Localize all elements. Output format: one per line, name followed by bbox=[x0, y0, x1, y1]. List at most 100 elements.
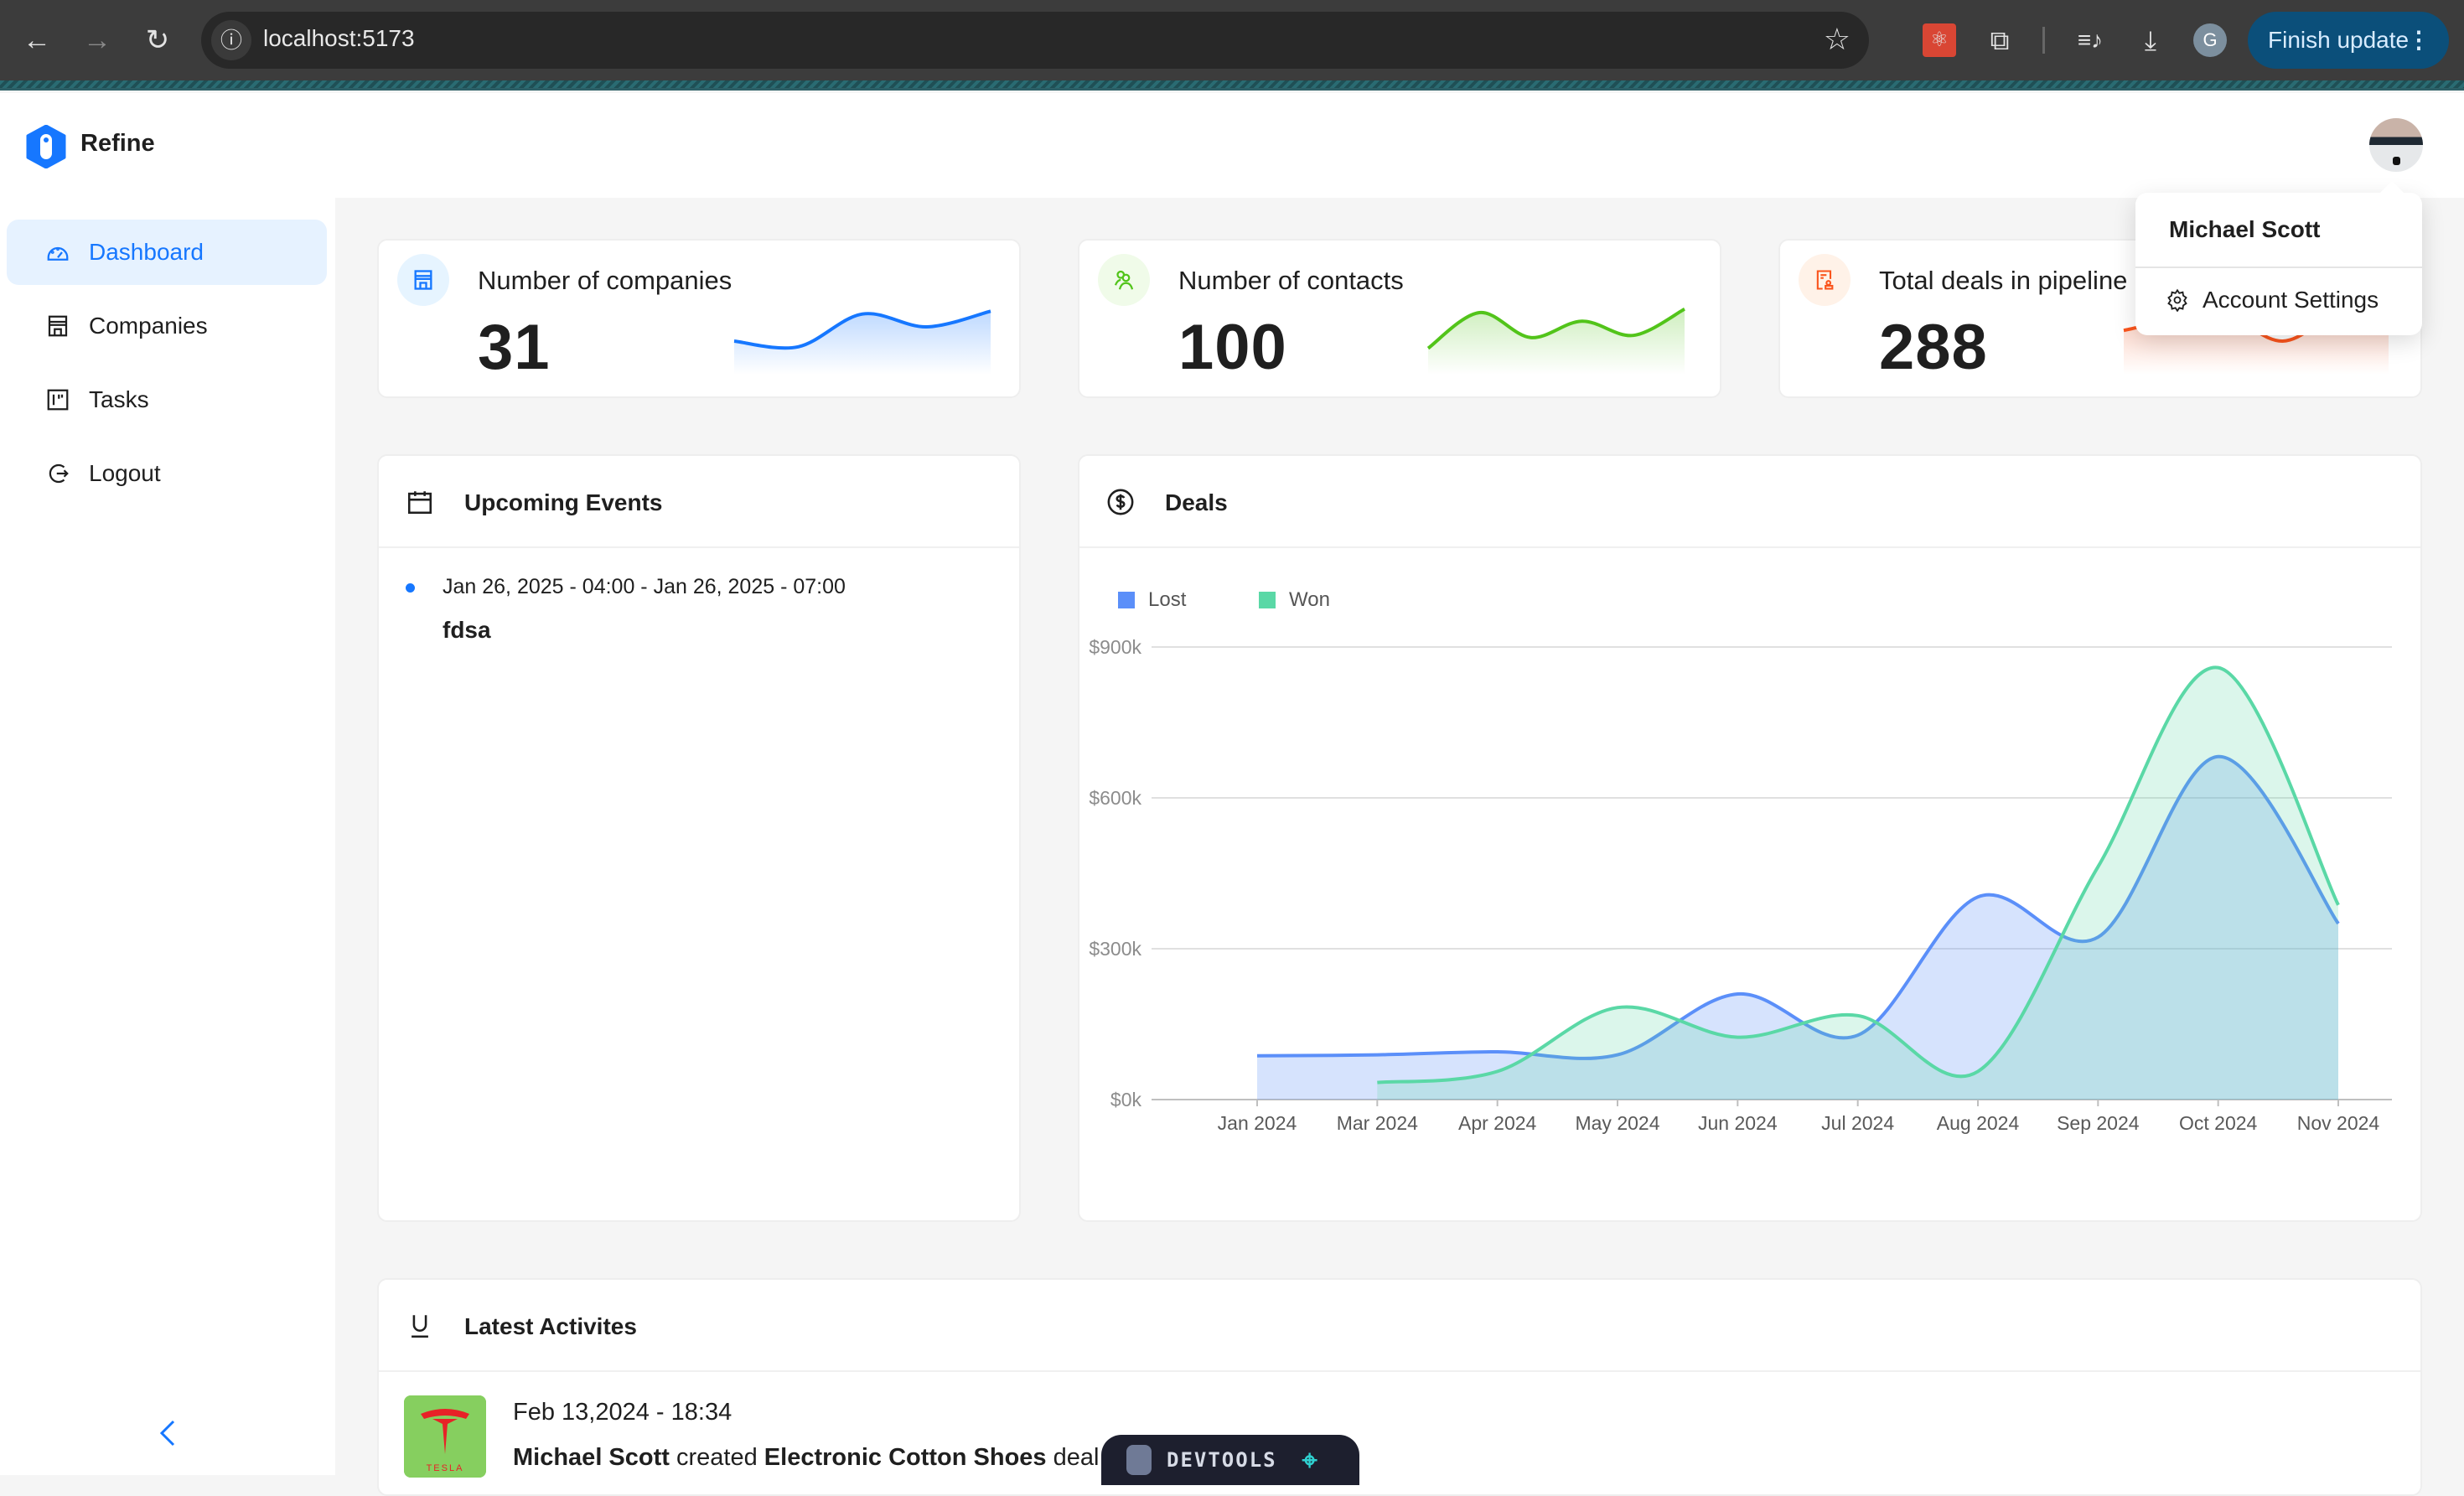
media-icon[interactable]: ≡♪ bbox=[2073, 23, 2107, 57]
app-header: Refine bbox=[0, 93, 2464, 198]
deals-area-chart[interactable]: $0k $300k $600k $900k Jan 2024 Mar 2024 Apr 20… bbox=[1079, 624, 2422, 1227]
x-tick-label: Sep 2024 bbox=[2057, 1112, 2140, 1134]
sparkline-area bbox=[734, 311, 991, 375]
series-area-won bbox=[1377, 667, 2338, 1100]
sidebar-item-dashboard[interactable]: Dashboard bbox=[7, 220, 327, 285]
y-tick-label: $600k bbox=[1089, 787, 1141, 809]
legend-label: Won bbox=[1289, 588, 1330, 611]
shop-icon bbox=[48, 315, 68, 337]
y-tick-label: $300k bbox=[1089, 938, 1141, 960]
activity-user[interactable]: Michael Scott bbox=[513, 1444, 670, 1471]
url-text[interactable]: localhost:5173 bbox=[263, 25, 415, 52]
user-name: Michael Scott bbox=[2169, 216, 2321, 242]
sidebar-item-tasks[interactable]: Tasks bbox=[7, 367, 327, 432]
kpi-card-companies: Number of companies 31 bbox=[377, 239, 1021, 398]
tesla-logo: TESLA bbox=[404, 1395, 486, 1478]
kpi-sparkline bbox=[733, 309, 991, 375]
calendar-icon bbox=[407, 491, 432, 515]
address-bar[interactable]: ⓘ localhost:5173 ☆ bbox=[201, 12, 1869, 69]
star-icon[interactable]: ☆ bbox=[1824, 22, 1851, 57]
kpi-title: Total deals in pipeline bbox=[1879, 266, 2128, 295]
sidebar-item-label: Companies bbox=[89, 313, 208, 339]
reload-icon[interactable]: ↻ bbox=[139, 22, 176, 59]
menu-divider bbox=[2135, 267, 2422, 268]
x-tick-label: Mar 2024 bbox=[1337, 1112, 1418, 1134]
shop-icon bbox=[397, 254, 449, 306]
sidebar-item-label: Tasks bbox=[89, 386, 149, 412]
card-header: Latest Activites bbox=[379, 1280, 2420, 1372]
kpi-value: 288 bbox=[1879, 312, 1988, 383]
legend-label: Lost bbox=[1148, 588, 1187, 611]
browser-toolbar: ← → ↻ ⓘ localhost:5173 ☆ ⚛ ⧉ ≡♪ ⤓ G Fini… bbox=[0, 0, 2464, 80]
event-title: fdsa bbox=[443, 617, 491, 643]
devtools-label: DEVTOOLS bbox=[1167, 1448, 1277, 1472]
event-date: Jan 26, 2025 - 04:00 - Jan 26, 2025 - 07… bbox=[443, 575, 846, 598]
upcoming-events-card: Upcoming Events Jan 26, 2025 - 04:00 - J… bbox=[377, 454, 1021, 1222]
profile-avatar[interactable]: G bbox=[2193, 23, 2227, 57]
sidebar: Dashboard Companies Tasks Logout bbox=[0, 198, 335, 1475]
x-tick-label: Jan 2024 bbox=[1218, 1112, 1297, 1134]
finish-update-button[interactable]: Finish update ⋮ bbox=[2248, 12, 2449, 69]
info-icon[interactable]: ⓘ bbox=[211, 20, 251, 60]
react-devtools-extension-icon[interactable]: ⚛ bbox=[1923, 23, 1956, 57]
chevron-left-icon[interactable] bbox=[155, 1416, 180, 1450]
activity-deal[interactable]: Electronic Cotton Shoes bbox=[764, 1444, 1047, 1471]
sidebar-item-label: Logout bbox=[89, 460, 161, 486]
finish-update-label: Finish update bbox=[2268, 27, 2410, 53]
activity-date: Feb 13,2024 - 18:34 bbox=[513, 1399, 732, 1426]
download-icon[interactable]: ⤓ bbox=[2134, 23, 2167, 57]
sidebar-item-logout[interactable]: Logout bbox=[7, 441, 327, 506]
card-title: Deals bbox=[1165, 489, 1228, 515]
card-header: Upcoming Events bbox=[379, 456, 1019, 548]
y-tick-label: $900k bbox=[1089, 636, 1141, 658]
x-tick-label: May 2024 bbox=[1575, 1112, 1659, 1134]
x-tick-label: Aug 2024 bbox=[1937, 1112, 2020, 1134]
kpi-card-contacts: Number of contacts 100 bbox=[1078, 239, 1721, 398]
account-settings-button[interactable]: Account Settings bbox=[2166, 287, 2379, 313]
gear-icon bbox=[2167, 288, 2187, 312]
menu-icon[interactable]: ⋮ bbox=[2407, 12, 2430, 69]
refine-devtools-icon bbox=[1126, 1445, 1152, 1475]
toolbar-divider bbox=[2042, 27, 2045, 54]
activity-action: created bbox=[676, 1444, 758, 1471]
latest-activities-card: Latest Activites TESLA Feb 13,2024 - 18:… bbox=[377, 1278, 2422, 1496]
underline-icon bbox=[412, 1315, 428, 1338]
audit-icon bbox=[1799, 254, 1851, 306]
kpi-title: Number of companies bbox=[478, 266, 732, 295]
forward-icon[interactable]: → bbox=[79, 22, 116, 59]
kpi-value: 100 bbox=[1178, 312, 1287, 383]
svg-text:TESLA: TESLA bbox=[427, 1463, 464, 1473]
sidebar-item-companies[interactable]: Companies bbox=[7, 293, 327, 359]
extensions-icon[interactable]: ⧉ bbox=[1983, 23, 2016, 57]
user-menu-dropdown: Michael Scott Account Settings bbox=[2135, 193, 2422, 335]
sidebar-item-label: Dashboard bbox=[89, 239, 204, 265]
kpi-sparkline bbox=[1426, 307, 1685, 375]
brand-name[interactable]: Refine bbox=[80, 130, 155, 158]
legend-item-lost[interactable]: Lost bbox=[1118, 588, 1186, 612]
x-tick-label: Jun 2024 bbox=[1698, 1112, 1778, 1134]
back-icon[interactable]: ← bbox=[18, 22, 55, 59]
kpi-value: 31 bbox=[478, 312, 551, 383]
team-icon bbox=[1098, 254, 1150, 306]
x-tick-label: Nov 2024 bbox=[2297, 1112, 2380, 1134]
activity-text: Michael Scott created Electronic Cotton … bbox=[513, 1444, 1125, 1472]
card-title: Upcoming Events bbox=[464, 489, 663, 515]
x-tick-label: Oct 2024 bbox=[2179, 1112, 2258, 1134]
kpi-title: Number of contacts bbox=[1178, 266, 1404, 295]
legend-swatch bbox=[1118, 592, 1135, 608]
refine-logo-icon[interactable] bbox=[25, 125, 67, 168]
dashboard-icon bbox=[47, 246, 69, 261]
x-tick-label: Apr 2024 bbox=[1458, 1112, 1537, 1134]
tab-accent-border bbox=[0, 80, 2464, 91]
user-avatar[interactable] bbox=[2369, 118, 2423, 172]
dollar-icon bbox=[1107, 489, 1134, 515]
devtools-button[interactable]: DEVTOOLS ⌖ bbox=[1101, 1435, 1359, 1485]
event-color-dot bbox=[406, 583, 415, 593]
target-icon[interactable]: ⌖ bbox=[1302, 1444, 1319, 1477]
deals-card: Deals Lost Won $0k $300k $600k $900k Jan 202… bbox=[1078, 454, 2422, 1222]
card-title: Latest Activites bbox=[464, 1313, 637, 1339]
logout-icon bbox=[49, 463, 69, 484]
legend-swatch bbox=[1259, 592, 1276, 608]
legend-item-won[interactable]: Won bbox=[1259, 588, 1330, 612]
x-tick-label: Jul 2024 bbox=[1821, 1112, 1894, 1134]
